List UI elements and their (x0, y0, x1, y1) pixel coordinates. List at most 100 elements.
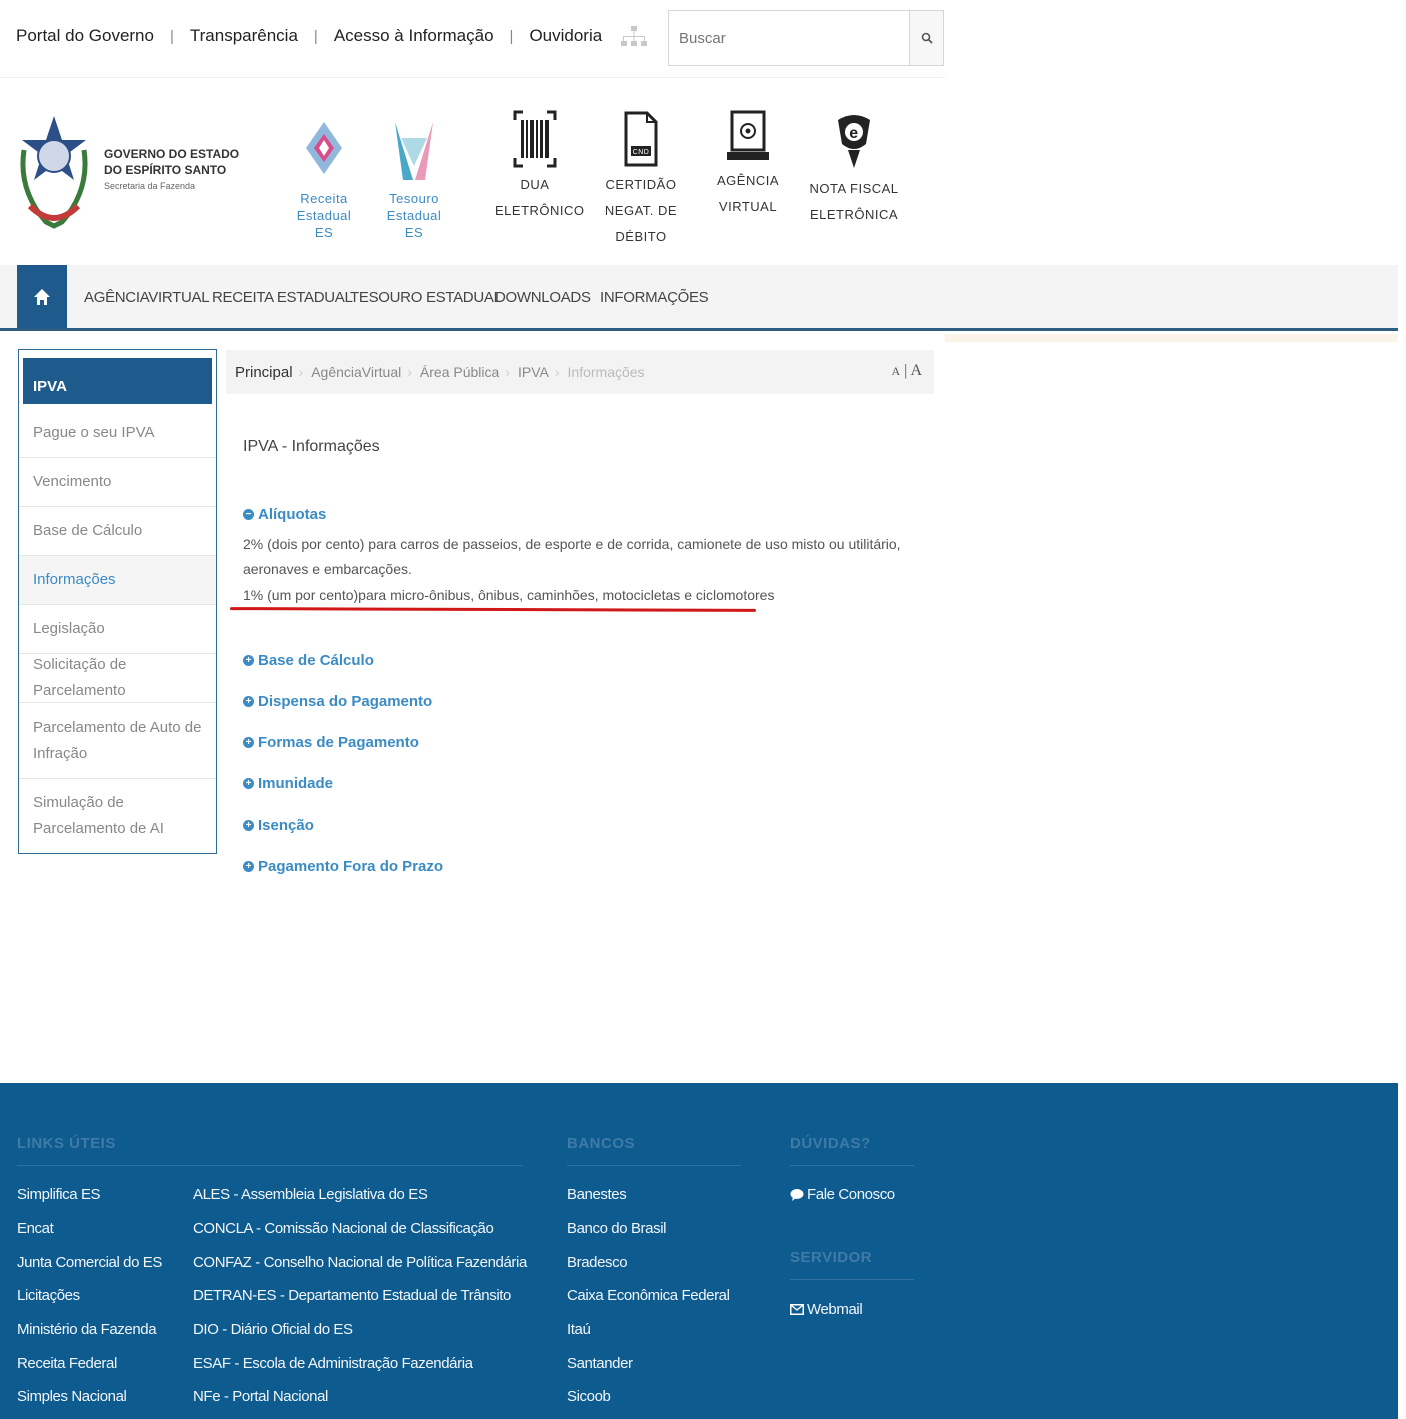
plus-circle-icon: + (243, 737, 254, 748)
sidebar-item-simulacao-parcelamento[interactable]: Simulação de Parcelamento de AI (19, 779, 216, 853)
sidebar-item-informacoes[interactable]: Informações (19, 556, 216, 605)
footer-link-sicoob[interactable]: Sicoob (567, 1388, 611, 1405)
footer-links-uteis-title: LINKS ÚTEIS (17, 1135, 116, 1152)
barcode-icon (513, 110, 557, 168)
breadcrumb-principal[interactable]: Principal (235, 364, 293, 381)
font-size-separator: | (904, 362, 908, 379)
search-button[interactable] (909, 11, 943, 65)
government-name: GOVERNO DO ESTADO DO ESPÍRITO SANTO Secr… (104, 146, 239, 194)
receita-logo-icon (306, 122, 342, 174)
breadcrumb-current: Informações (567, 364, 645, 380)
footer-link-nfe[interactable]: NFe - Portal Nacional (193, 1388, 328, 1405)
plus-circle-icon: + (243, 778, 254, 789)
font-size-controls: A | A (891, 362, 922, 380)
coat-of-arms-logo[interactable] (16, 110, 92, 236)
search-input[interactable] (669, 11, 909, 65)
font-increase-button[interactable]: A (910, 362, 922, 379)
section-formas-pagamento[interactable]: + Formas de Pagamento (243, 734, 419, 751)
footer-link-concla[interactable]: CONCLA - Comissão Nacional de Classifica… (193, 1220, 494, 1237)
separator: | (169, 27, 174, 45)
footer-link-caixa[interactable]: Caixa Econômica Federal (567, 1287, 730, 1304)
footer-bancos-title: BANCOS (567, 1135, 636, 1152)
sidebar-item-parcelamento-auto[interactable]: Parcelamento de Auto de Infração (19, 703, 216, 779)
dua-line-1: DUA (520, 177, 550, 192)
sidebar-item-solicitacao-parcelamento[interactable]: Solicitação de Parcelamento (19, 654, 216, 703)
ouvidoria-link[interactable]: Ouvidoria (529, 26, 602, 46)
nav-tesouro-estadual[interactable]: TESOURO ESTADUAL (350, 289, 502, 306)
nav-agencia-virtual[interactable]: AGÊNCIAVIRTUAL (84, 289, 210, 306)
main-nav: AGÊNCIAVIRTUAL RECEITA ESTADUAL TESOURO … (0, 265, 1398, 331)
footer-link-bradesco[interactable]: Bradesco (567, 1254, 628, 1271)
section-pagamento-fora-prazo[interactable]: + Pagamento Fora do Prazo (243, 858, 443, 875)
section-base-calculo[interactable]: + Base de Cálculo (243, 652, 374, 669)
webmail-label: Webmail (807, 1301, 863, 1318)
agencia-line-1: AGÊNCIA (716, 173, 779, 188)
footer-link-simplifica-es[interactable]: Simplifica ES (17, 1186, 101, 1203)
breadcrumb-separator: › (298, 364, 304, 380)
section-label: Pagamento Fora do Prazo (258, 858, 444, 875)
breadcrumb-agencia-virtual[interactable]: AgênciaVirtual (311, 364, 401, 380)
footer-link-itau[interactable]: Itaú (567, 1321, 591, 1338)
footer-link-banco-brasil[interactable]: Banco do Brasil (567, 1220, 666, 1237)
breadcrumb-ipva[interactable]: IPVA (518, 364, 549, 380)
footer-divider (790, 1165, 914, 1166)
footer-link-licitacoes[interactable]: Licitações (17, 1287, 80, 1304)
aliquota-paragraph-2: 1% (um por cento)para micro-ônibus, ônib… (243, 587, 775, 603)
tesouro-estadual-link[interactable]: Tesouro Estadual ES (380, 118, 448, 241)
section-dispensa-pagamento[interactable]: + Dispensa do Pagamento (243, 693, 432, 710)
dua-eletronico-link[interactable]: DUA ELETRÔNICO (495, 110, 585, 224)
footer-link-detran[interactable]: DETRAN-ES - Departamento Estadual de Trâ… (193, 1287, 511, 1304)
nav-receita-estadual[interactable]: RECEITA ESTADUAL (212, 289, 353, 306)
agencia-virtual-link[interactable]: AGÊNCIA VIRTUAL (710, 110, 786, 220)
nfe-icon: e (838, 115, 870, 168)
section-aliquotas[interactable]: − Alíquotas (243, 506, 326, 523)
footer-link-ales[interactable]: ALES - Assembleia Legislativa do ES (193, 1186, 428, 1203)
nota-fiscal-link[interactable]: e NOTA FISCAL ELETRÔNICA (805, 110, 903, 228)
breadcrumb-area-publica[interactable]: Área Pública (420, 364, 499, 380)
page-title: IPVA - Informações (243, 438, 380, 455)
fale-conosco-label: Fale Conosco (807, 1186, 895, 1203)
sidebar-item-legislacao[interactable]: Legislação (19, 605, 216, 654)
font-decrease-button[interactable]: A (891, 364, 900, 378)
nav-informacoes[interactable]: INFORMAÇÕES (600, 289, 709, 306)
dua-line-2: ELETRÔNICO (495, 203, 585, 218)
top-bar: Portal do Governo | Transparência | Aces… (0, 0, 945, 78)
webmail-link[interactable]: Webmail (790, 1301, 863, 1318)
footer-link-dio[interactable]: DIO - Diário Oficial do ES (193, 1321, 353, 1338)
footer-link-santander[interactable]: Santander (567, 1355, 633, 1372)
receita-estadual-link[interactable]: Receita Estadual ES (290, 118, 358, 241)
footer-link-receita-federal[interactable]: Receita Federal (17, 1355, 117, 1372)
nav-accent-strip (945, 334, 1398, 342)
home-button[interactable] (17, 265, 67, 328)
sidebar-item-base-calculo[interactable]: Base de Cálculo (19, 507, 216, 556)
sitemap-icon[interactable] (620, 24, 648, 50)
footer-link-esaf[interactable]: ESAF - Escola de Administração Fazendári… (193, 1355, 473, 1372)
fale-conosco-link[interactable]: Fale Conosco (790, 1186, 895, 1203)
sidebar-item-pague-ipva[interactable]: Pague o seu IPVA (19, 408, 216, 458)
footer-link-encat[interactable]: Encat (17, 1220, 54, 1237)
footer-link-simples-nacional[interactable]: Simples Nacional (17, 1388, 127, 1405)
plus-circle-icon: + (243, 655, 254, 666)
chat-bubble-icon (790, 1189, 804, 1201)
footer-link-banestes[interactable]: Banestes (567, 1186, 627, 1203)
footer-link-ministerio-fazenda[interactable]: Ministério da Fazenda (17, 1321, 157, 1338)
footer-link-junta-comercial[interactable]: Junta Comercial do ES (17, 1254, 162, 1271)
aliquota-paragraph-1: 2% (dois por cento) para carros de passe… (243, 536, 901, 577)
breadcrumb-separator: › (505, 364, 510, 380)
section-imunidade[interactable]: + Imunidade (243, 775, 333, 792)
section-label: Imunidade (258, 775, 334, 792)
sidebar-item-vencimento[interactable]: Vencimento (19, 458, 216, 507)
transparencia-link[interactable]: Transparência (190, 26, 298, 46)
agencia-line-2: VIRTUAL (718, 199, 778, 214)
portal-governo-link[interactable]: Portal do Governo (16, 26, 154, 46)
search-box (668, 10, 944, 66)
section-isencao[interactable]: + Isenção (243, 817, 314, 834)
site-header: GOVERNO DO ESTADO DO ESPÍRITO SANTO Secr… (0, 90, 945, 250)
laptop-at-icon (727, 110, 769, 160)
acesso-informacao-link[interactable]: Acesso à Informação (334, 26, 494, 46)
envelope-icon (790, 1304, 804, 1315)
section-label: Formas de Pagamento (258, 734, 419, 751)
certidao-link[interactable]: CND CERTIDÃO NEGAT. DE DÉBITO (588, 110, 694, 250)
footer-link-confaz[interactable]: CONFAZ - Conselho Nacional de Política F… (193, 1254, 527, 1271)
nav-downloads[interactable]: DOWNLOADS (495, 289, 591, 306)
